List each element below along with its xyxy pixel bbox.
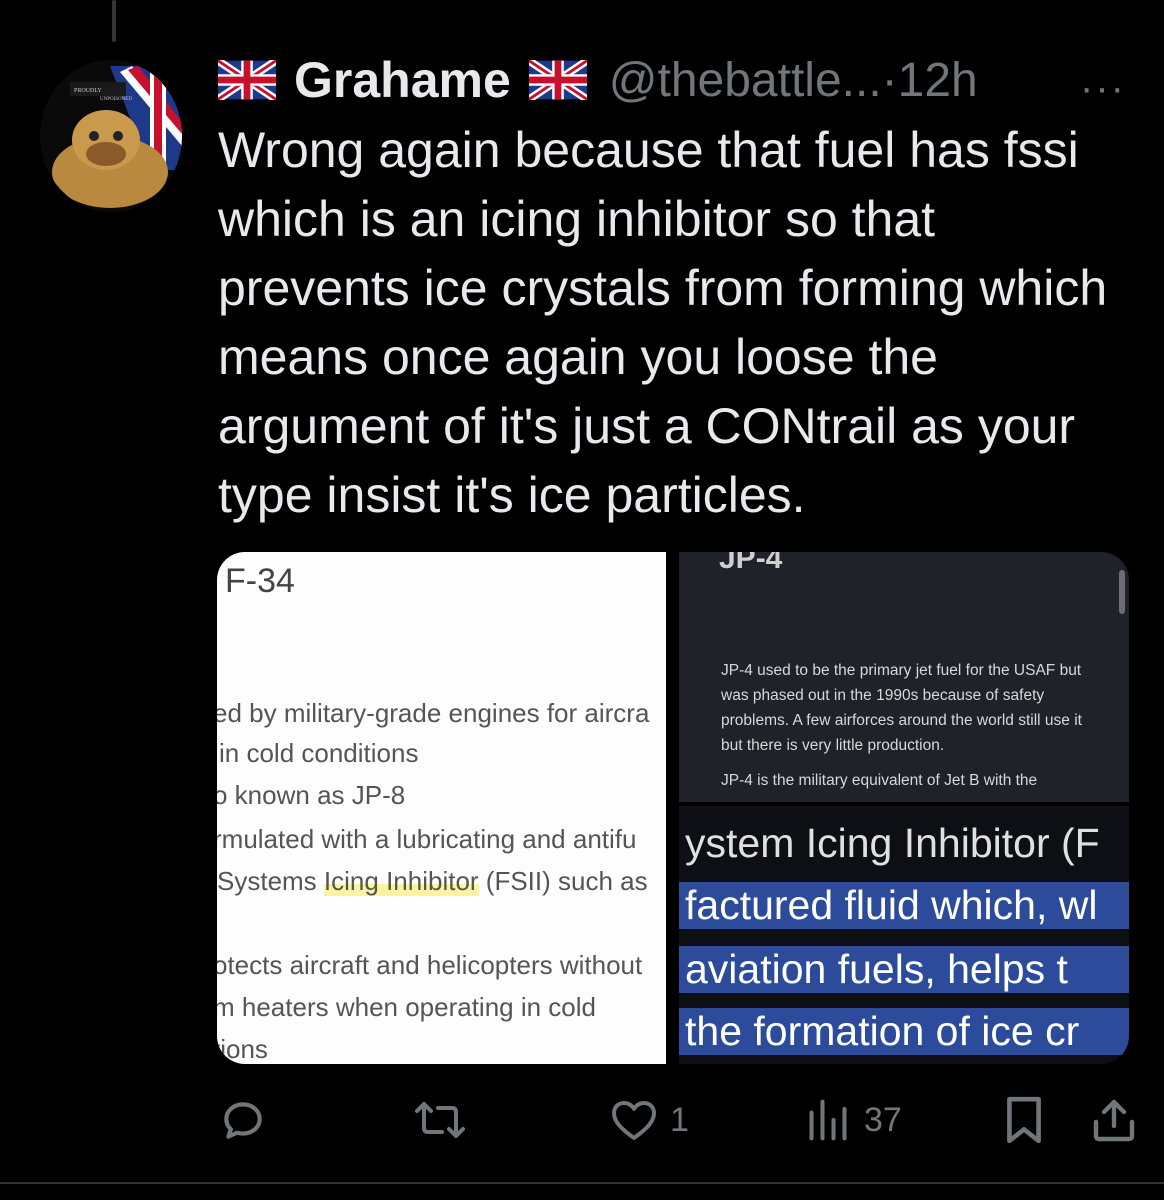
image-text-line: otects aircraft and helicopters without [217, 950, 643, 980]
divider-line [0, 1182, 1164, 1184]
bookmark-icon [1007, 1096, 1041, 1144]
image-title: JP-4 [719, 552, 783, 575]
image-text-line: rmulated with a lubricating and antifu [217, 824, 637, 854]
more-options-icon[interactable]: ··· [1080, 66, 1126, 111]
image-text-line: ystem Icing Inhibitor (F [685, 820, 1100, 866]
reply-button[interactable] [218, 1088, 268, 1152]
retweet-button[interactable] [412, 1088, 468, 1152]
uk-flag-icon [528, 60, 587, 100]
image-text-segment: (FSII) such as [478, 866, 648, 896]
image-text-line: aviation fuels, helps t [679, 946, 1129, 993]
media-grid[interactable]: F-34 ed by military-grade engines for ai… [217, 552, 1129, 1064]
media-image-jp4[interactable]: JP-4 JP-4 used to be the primary jet fue… [679, 552, 1129, 802]
media-divider [666, 552, 679, 1064]
tweet-actions: 1 37 [0, 1088, 1164, 1152]
share-icon [1093, 1099, 1135, 1142]
image-text-line: in cold conditions [219, 738, 419, 768]
share-button[interactable] [1090, 1088, 1138, 1152]
reply-icon [224, 1102, 262, 1139]
image-text-line: tions [217, 1034, 268, 1064]
image-title: F-34 [225, 562, 295, 600]
avatar-text: PROUDLY [74, 88, 102, 94]
heart-icon [612, 1101, 656, 1140]
highlighted-text: Icing Inhibitor [323, 866, 479, 896]
image-text-line: o known as JP-8 [217, 780, 406, 810]
like-button[interactable]: 1 [610, 1088, 689, 1152]
media-image-f34[interactable]: F-34 ed by military-grade engines for ai… [217, 552, 666, 1064]
avatar-subtext: UNPOISONED [100, 97, 132, 102]
avatar-image: PROUDLY UNPOISONED [40, 60, 182, 212]
retweet-icon [415, 1102, 465, 1138]
image-text-segment: Systems [217, 866, 324, 896]
timestamp[interactable]: 12h [898, 53, 978, 108]
views-chart-icon [809, 1099, 847, 1141]
tweet-header: Grahame @thebattle... · 12h [218, 52, 978, 108]
image-text-line: m heaters when operating in cold [217, 992, 597, 1022]
media-image-fsii[interactable]: ystem Icing Inhibitor (F factured fluid … [679, 806, 1129, 1064]
thread-connector-line [112, 0, 116, 42]
bookmark-button[interactable] [1002, 1088, 1046, 1152]
views-button[interactable]: 37 [806, 1088, 902, 1152]
image-text-line: factured fluid which, wl [679, 882, 1129, 929]
image-text-line: Systems Icing Inhibitor (FSII) such as [217, 866, 648, 897]
image-text-line: ed by military-grade engines for aircra [217, 698, 650, 728]
image-paragraph: JP-4 is the military equivalent of Jet B… [721, 772, 1038, 789]
user-handle[interactable]: @thebattle... [609, 53, 882, 108]
avatar[interactable]: PROUDLY UNPOISONED [40, 60, 182, 212]
tweet-body: Wrong again because that fuel has fssi w… [218, 122, 1108, 523]
scrollbar [1119, 570, 1125, 614]
image-paragraph: JP-4 used to be the primary jet fuel for… [721, 662, 1082, 754]
display-name[interactable]: Grahame [294, 51, 511, 109]
uk-flag-icon [218, 60, 276, 100]
image-text-line: the formation of ice cr [679, 1008, 1129, 1055]
like-count: 1 [670, 1100, 689, 1139]
time-separator: · [881, 53, 898, 107]
views-count: 37 [864, 1100, 902, 1139]
